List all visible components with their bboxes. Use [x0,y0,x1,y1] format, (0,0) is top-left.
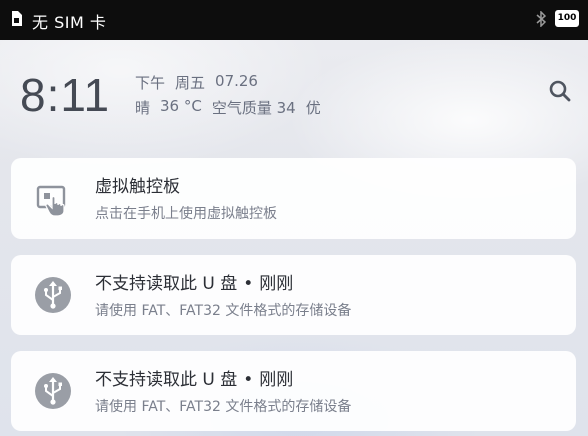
notification-title: 虚拟触控板 [95,177,180,197]
weather-line[interactable]: 晴 36 °C 空气质量 34 优 [135,97,321,118]
notification-card-virtual-touchpad[interactable]: 虚拟触控板 点击在手机上使用虚拟触控板 [11,158,576,239]
sim-card-icon [12,11,22,26]
date-label: 07.26 [215,72,258,90]
weekday-label: 周五 [175,74,206,92]
ampm-label: 下午 [135,74,166,92]
title-separator: • [243,370,254,390]
usb-icon [35,373,71,409]
virtual-touchpad-icon [36,185,66,217]
carrier-label: 无 SIM 卡 [32,13,107,32]
status-bar: 无 SIM 卡 100 [0,0,588,40]
notification-title-text: 不支持读取此 U 盘 [95,370,238,390]
notification-card-usb[interactable]: 不支持读取此 U 盘 • 刚刚 请使用 FAT、FAT32 文件格式的存储设备 [11,351,576,431]
notification-card-usb[interactable]: 不支持读取此 U 盘 • 刚刚 请使用 FAT、FAT32 文件格式的存储设备 [11,255,576,335]
title-separator: • [243,274,254,294]
clock-time: 8:11 [20,69,111,121]
usb-icon [35,277,71,313]
notification-time: 刚刚 [259,274,294,294]
search-icon[interactable] [549,80,571,102]
temperature: 36 °C [160,97,202,115]
notification-title: 不支持读取此 U 盘 • 刚刚 [95,365,293,390]
notification-subtitle: 请使用 FAT、FAT32 文件格式的存储设备 [95,399,352,415]
bluetooth-icon [536,11,546,27]
air-quality-level: 优 [305,99,321,117]
notification-title-text: 不支持读取此 U 盘 [95,274,238,294]
notification-subtitle: 点击在手机上使用虚拟触控板 [95,206,277,222]
notification-subtitle: 请使用 FAT、FAT32 文件格式的存储设备 [95,303,352,319]
air-quality-label: 空气质量 34 [211,99,296,117]
notification-title: 不支持读取此 U 盘 • 刚刚 [95,269,293,294]
date-line[interactable]: 下午 周五 07.26 [135,72,258,93]
weather-condition: 晴 [135,99,151,117]
battery-indicator: 100 [555,10,579,27]
notification-time: 刚刚 [259,370,294,390]
